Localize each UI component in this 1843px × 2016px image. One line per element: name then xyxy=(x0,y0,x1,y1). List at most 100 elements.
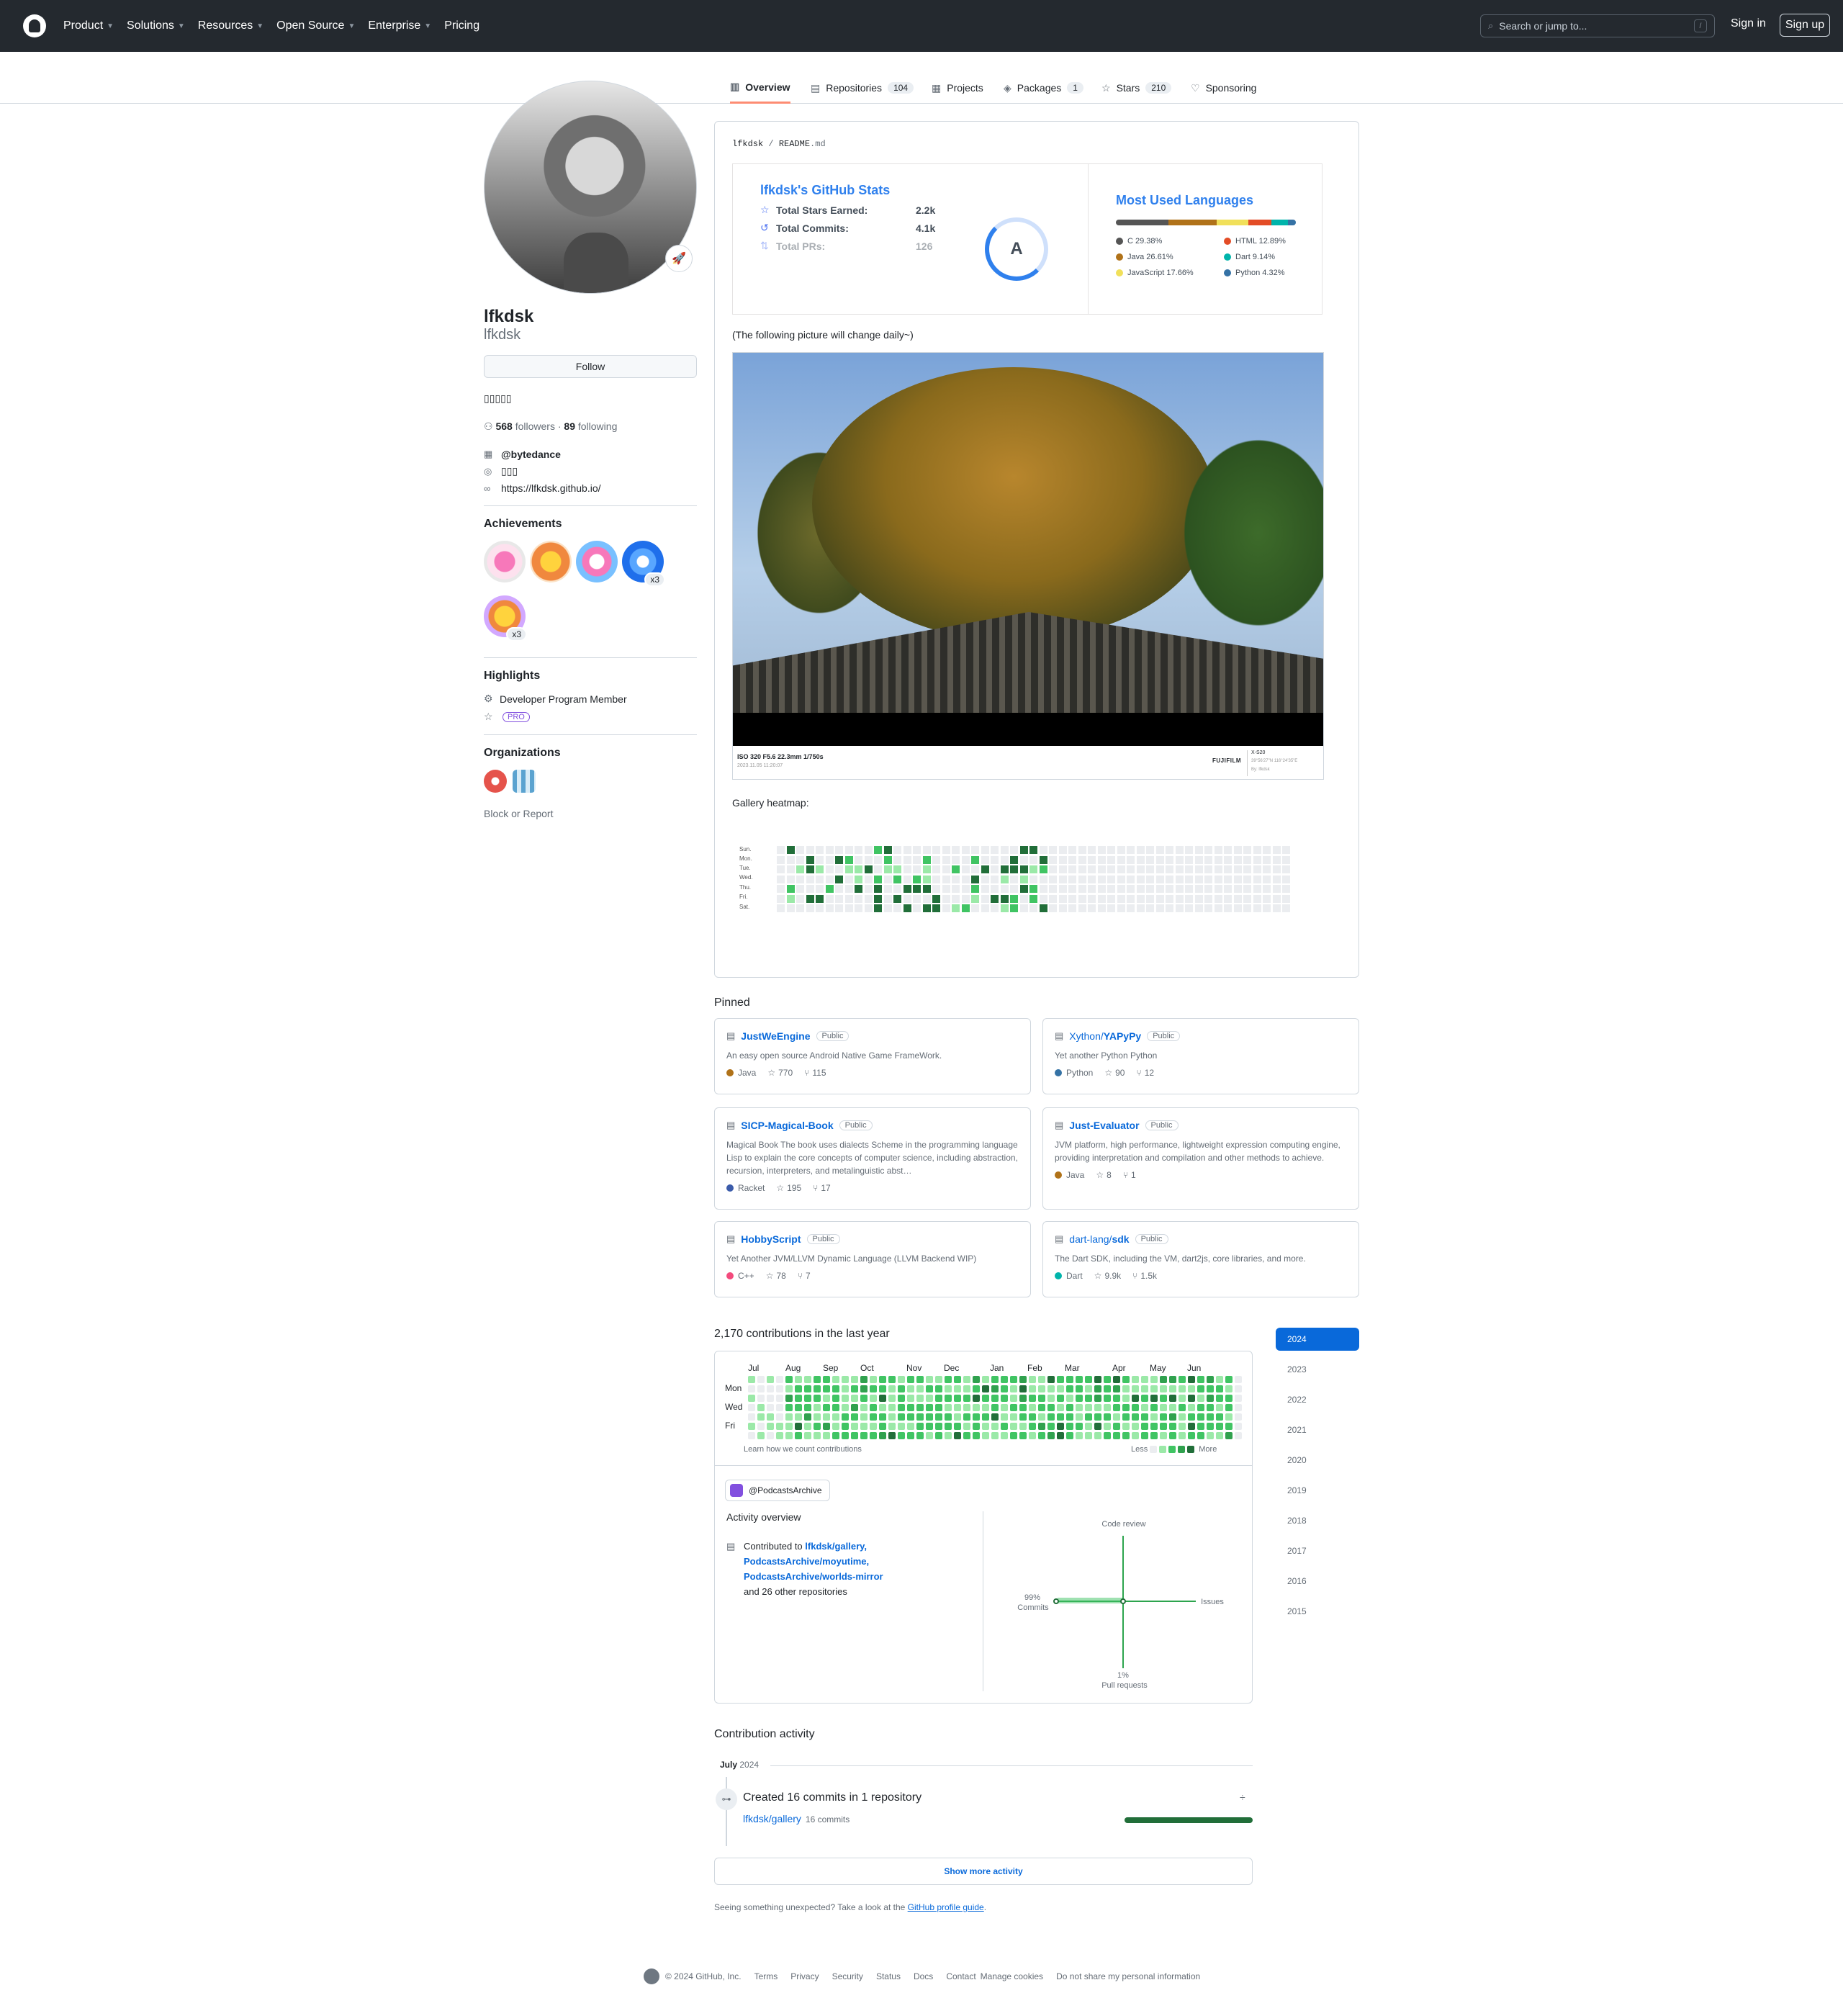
contribution-day[interactable] xyxy=(945,1432,952,1439)
contribution-day[interactable] xyxy=(1076,1385,1083,1392)
contribution-day[interactable] xyxy=(879,1376,886,1383)
contribution-day[interactable] xyxy=(916,1432,924,1439)
contribution-day[interactable] xyxy=(842,1423,849,1430)
contribution-day[interactable] xyxy=(935,1385,942,1392)
contribution-day[interactable] xyxy=(1001,1385,1008,1392)
contribution-day[interactable] xyxy=(879,1423,886,1430)
footer-link-do-not-share[interactable]: Do not share my personal information xyxy=(1056,1971,1200,1981)
contribution-day[interactable] xyxy=(1001,1432,1008,1439)
contribution-day[interactable] xyxy=(1038,1423,1045,1430)
contribution-day[interactable] xyxy=(804,1395,811,1402)
contribution-day[interactable] xyxy=(1076,1395,1083,1402)
contribution-day[interactable] xyxy=(991,1404,999,1411)
contribution-day[interactable] xyxy=(842,1385,849,1392)
year-link-2021[interactable]: 2021 xyxy=(1276,1418,1359,1441)
github-stats-card[interactable]: lfkdsk's GitHub Stats ☆ Total Stars Earne… xyxy=(732,163,1088,315)
contribution-day[interactable] xyxy=(982,1385,989,1392)
contribution-day[interactable] xyxy=(1179,1432,1186,1439)
contribution-day[interactable] xyxy=(1216,1432,1223,1439)
stars-link[interactable]: ☆ 8 xyxy=(1096,1170,1111,1180)
contribution-day[interactable] xyxy=(1150,1376,1158,1383)
contribution-day[interactable] xyxy=(748,1385,755,1392)
contribution-day[interactable] xyxy=(1188,1432,1195,1439)
contribution-day[interactable] xyxy=(851,1413,858,1421)
contribution-day[interactable] xyxy=(814,1385,821,1392)
contribution-day[interactable] xyxy=(898,1404,905,1411)
contribution-day[interactable] xyxy=(1225,1385,1233,1392)
contribution-day[interactable] xyxy=(1010,1385,1017,1392)
contribution-day[interactable] xyxy=(1019,1423,1027,1430)
contribution-day[interactable] xyxy=(814,1423,821,1430)
contribution-day[interactable] xyxy=(1160,1413,1167,1421)
year-link-2015[interactable]: 2015 xyxy=(1276,1600,1359,1623)
contribution-day[interactable] xyxy=(795,1432,802,1439)
contribution-day[interactable] xyxy=(1019,1432,1027,1439)
contribution-day[interactable] xyxy=(1047,1432,1055,1439)
contribution-day[interactable] xyxy=(1038,1376,1045,1383)
contribution-day[interactable] xyxy=(898,1385,905,1392)
year-link-2024[interactable]: 2024 xyxy=(1276,1328,1359,1351)
contribution-day[interactable] xyxy=(860,1385,868,1392)
forks-link[interactable]: ⑂ 1 xyxy=(1123,1170,1136,1180)
contribution-day[interactable] xyxy=(1094,1376,1101,1383)
contribution-day[interactable] xyxy=(1150,1385,1158,1392)
contribution-day[interactable] xyxy=(1169,1432,1176,1439)
contribution-day[interactable] xyxy=(888,1395,896,1402)
year-link-2019[interactable]: 2019 xyxy=(1276,1479,1359,1502)
contribution-day[interactable] xyxy=(1150,1404,1158,1411)
contribution-day[interactable] xyxy=(1104,1423,1111,1430)
contribution-day[interactable] xyxy=(1001,1395,1008,1402)
contribution-day[interactable] xyxy=(860,1432,868,1439)
contribution-day[interactable] xyxy=(963,1385,970,1392)
year-link-2017[interactable]: 2017 xyxy=(1276,1539,1359,1562)
contribution-day[interactable] xyxy=(1104,1432,1111,1439)
year-link-2020[interactable]: 2020 xyxy=(1276,1449,1359,1472)
contribution-day[interactable] xyxy=(1038,1395,1045,1402)
activity-repo-commits[interactable]: 16 commits xyxy=(806,1814,850,1824)
contribution-day[interactable] xyxy=(1179,1376,1186,1383)
contribution-day[interactable] xyxy=(1113,1395,1120,1402)
profile-guide-link[interactable]: GitHub profile guide xyxy=(908,1902,984,1912)
achievement-pull-shark[interactable] xyxy=(530,541,572,582)
pinned-repo-name[interactable]: sdk xyxy=(1112,1233,1129,1245)
contribution-day[interactable] xyxy=(973,1432,980,1439)
contribution-day[interactable] xyxy=(1188,1423,1195,1430)
followers-count[interactable]: 568 xyxy=(495,420,512,432)
contribution-day[interactable] xyxy=(1197,1395,1204,1402)
org-avatar[interactable] xyxy=(513,770,536,793)
contribution-day[interactable] xyxy=(935,1423,942,1430)
contribution-day[interactable] xyxy=(982,1404,989,1411)
contribution-day[interactable] xyxy=(1225,1395,1233,1402)
contribution-day[interactable] xyxy=(1235,1423,1242,1430)
contribution-day[interactable] xyxy=(767,1404,774,1411)
contribution-day[interactable] xyxy=(954,1432,961,1439)
contribution-day[interactable] xyxy=(1141,1376,1148,1383)
contribution-day[interactable] xyxy=(1113,1413,1120,1421)
contribution-day[interactable] xyxy=(1235,1376,1242,1383)
contribution-day[interactable] xyxy=(1179,1395,1186,1402)
contribution-day[interactable] xyxy=(1132,1432,1139,1439)
sign-in-link[interactable]: Sign in xyxy=(1731,17,1766,30)
contribution-day[interactable] xyxy=(832,1395,839,1402)
contribution-day[interactable] xyxy=(879,1395,886,1402)
contribution-day[interactable] xyxy=(785,1376,793,1383)
contribution-day[interactable] xyxy=(1029,1376,1036,1383)
contribution-day[interactable] xyxy=(1010,1376,1017,1383)
contribution-day[interactable] xyxy=(785,1385,793,1392)
contribution-day[interactable] xyxy=(860,1413,868,1421)
contribution-day[interactable] xyxy=(1160,1385,1167,1392)
contribution-day[interactable] xyxy=(982,1432,989,1439)
contribution-day[interactable] xyxy=(860,1404,868,1411)
contribution-day[interactable] xyxy=(1113,1385,1120,1392)
contribution-day[interactable] xyxy=(1160,1376,1167,1383)
contribution-day[interactable] xyxy=(1225,1376,1233,1383)
contribution-day[interactable] xyxy=(851,1376,858,1383)
contribution-day[interactable] xyxy=(1076,1376,1083,1383)
footer-link-terms[interactable]: Terms xyxy=(754,1971,778,1981)
contribution-day[interactable] xyxy=(1029,1423,1036,1430)
contribution-day[interactable] xyxy=(926,1395,933,1402)
readme-path-user[interactable]: lfkdsk xyxy=(732,139,763,149)
contribution-day[interactable] xyxy=(776,1432,783,1439)
nav-product[interactable]: Product ▼ xyxy=(63,19,114,32)
contribution-day[interactable] xyxy=(1094,1385,1101,1392)
